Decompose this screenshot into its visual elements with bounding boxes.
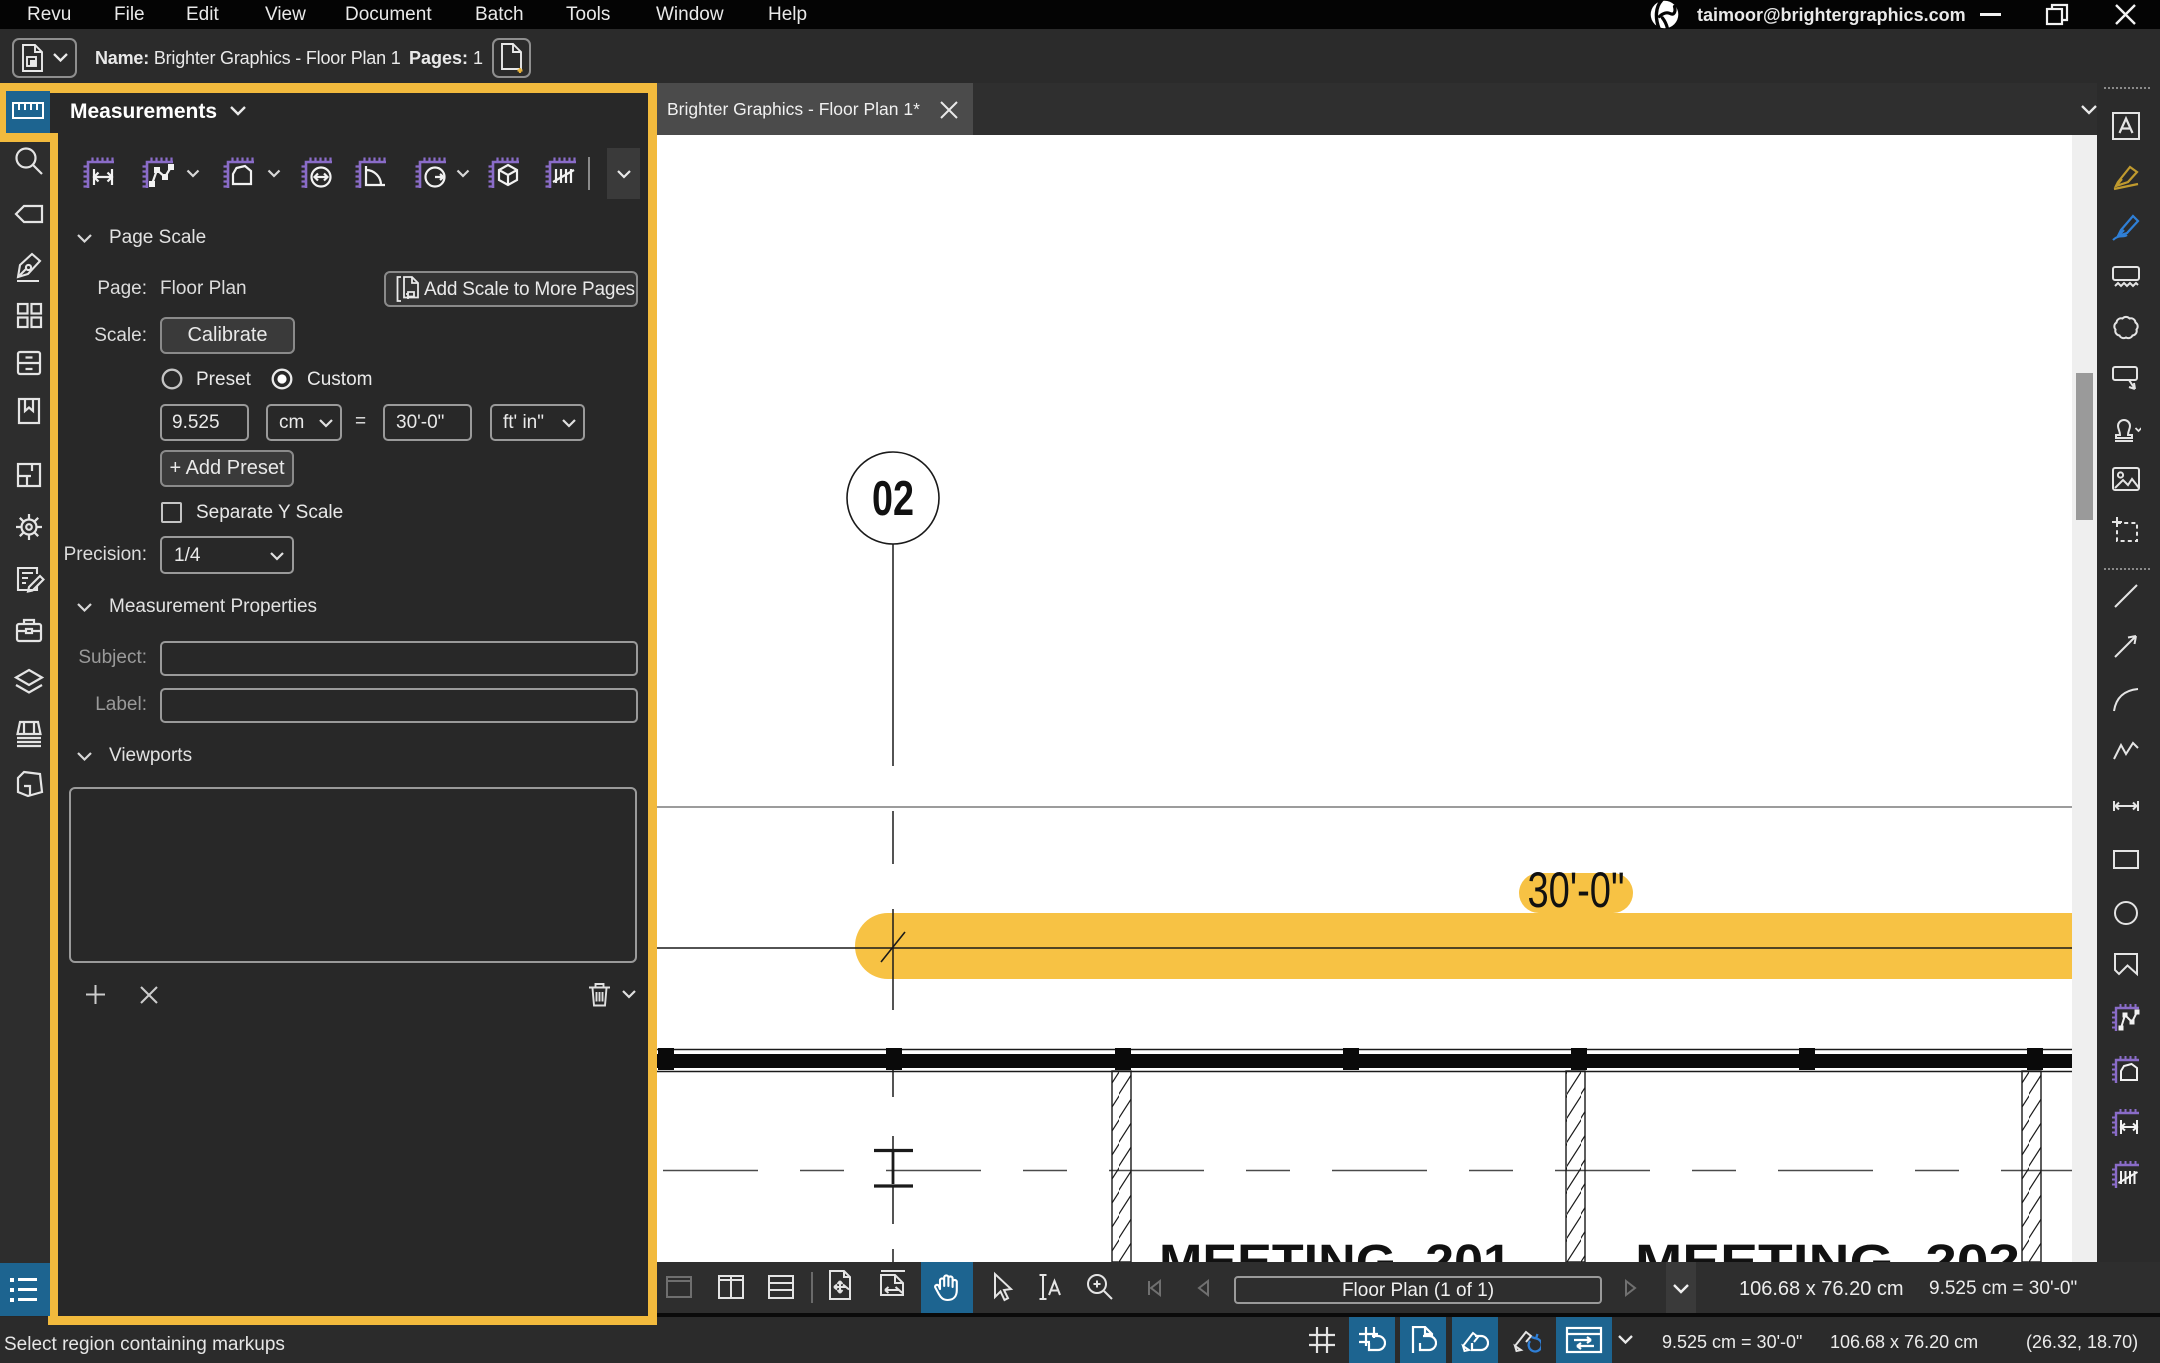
svg-text:02: 02 (872, 472, 914, 526)
svg-text:30'-0": 30'-0" (1528, 862, 1625, 918)
svg-text:MEETING 202: MEETING 202 (1635, 1236, 2020, 1262)
svg-text:MEETING 201: MEETING 201 (1159, 1236, 1512, 1262)
